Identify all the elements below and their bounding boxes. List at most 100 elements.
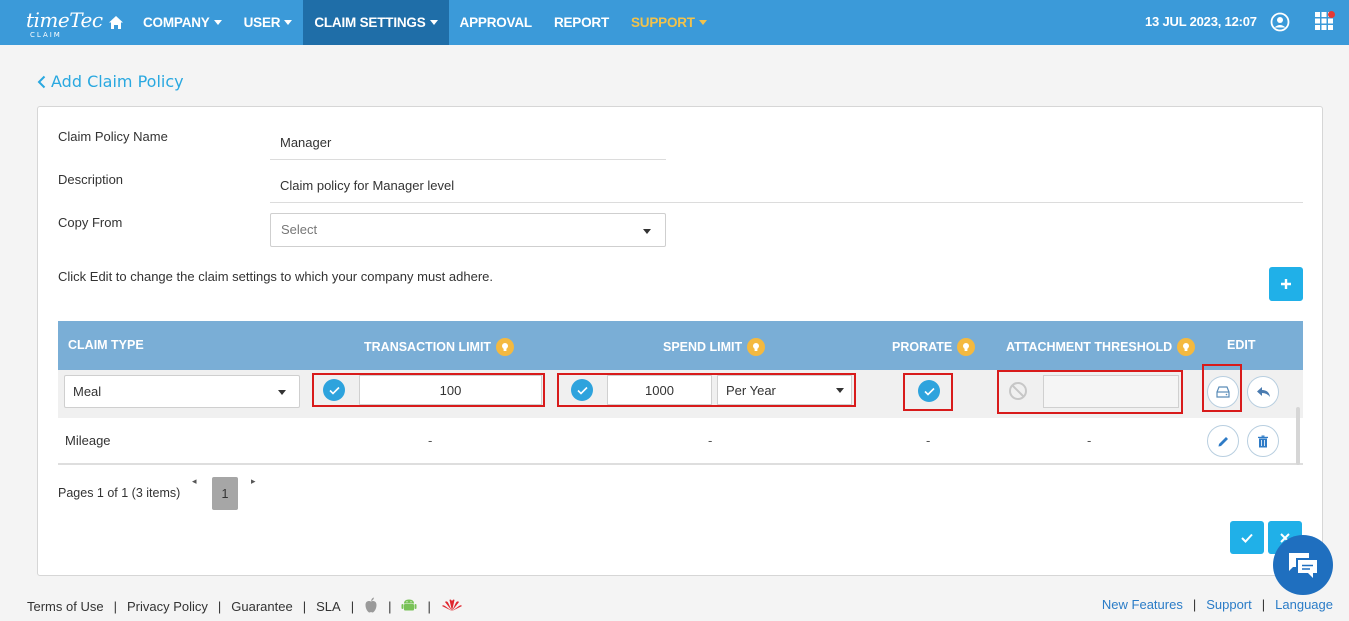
lightbulb-icon[interactable] bbox=[747, 338, 766, 356]
disabled-icon[interactable] bbox=[1008, 381, 1028, 405]
spend-limit-cell: - bbox=[708, 433, 713, 448]
footer-separator: | bbox=[427, 599, 431, 614]
trash-icon bbox=[1258, 435, 1268, 447]
footer-separator: | bbox=[1192, 597, 1197, 612]
prorate-cell: - bbox=[926, 433, 931, 448]
claim-type-select[interactable]: Meal bbox=[64, 375, 300, 408]
footer-separator: | bbox=[217, 599, 222, 614]
prorate-checkbox[interactable] bbox=[918, 380, 940, 402]
page-button-1[interactable]: 1 bbox=[212, 477, 238, 510]
chevron-down-icon bbox=[836, 388, 844, 393]
policy-name-label: Claim Policy Name bbox=[58, 129, 168, 144]
apple-icon[interactable] bbox=[364, 597, 378, 616]
lightbulb-icon[interactable] bbox=[1177, 338, 1196, 356]
android-icon[interactable] bbox=[401, 597, 417, 616]
footer-separator: | bbox=[113, 599, 117, 614]
footer-separator: | bbox=[350, 599, 355, 614]
undo-icon bbox=[1256, 387, 1270, 397]
nav-user[interactable]: USER bbox=[233, 0, 304, 45]
lightbulb-icon[interactable] bbox=[957, 338, 976, 356]
col-attachment-threshold-label: ATTACHMENT THRESHOLD bbox=[1006, 340, 1173, 354]
logo-text: timeTec bbox=[26, 8, 103, 32]
transaction-limit-cell: - bbox=[428, 433, 433, 448]
table-scrollbar[interactable] bbox=[1296, 407, 1300, 465]
nav-company-label: COMPANY bbox=[143, 15, 210, 30]
home-icon[interactable] bbox=[100, 0, 132, 45]
chat-widget-button[interactable] bbox=[1273, 535, 1333, 595]
add-claim-type-button[interactable] bbox=[1269, 267, 1303, 301]
nav-support-label: SUPPORT bbox=[631, 15, 695, 30]
edit-row-button[interactable] bbox=[1207, 425, 1239, 457]
footer-support-link[interactable]: Support bbox=[1206, 597, 1252, 612]
col-edit: EDIT bbox=[1227, 338, 1255, 352]
transaction-limit-checkbox[interactable] bbox=[323, 379, 345, 401]
claim-table-header: CLAIM TYPE TRANSACTION LIMIT SPEND LIMIT… bbox=[58, 321, 1303, 370]
timetec-logo[interactable]: timeTec CLAIM bbox=[0, 0, 103, 45]
check-icon bbox=[923, 387, 935, 396]
footer-separator: | bbox=[302, 599, 307, 614]
pencil-icon bbox=[1218, 436, 1228, 446]
undo-row-button[interactable] bbox=[1247, 376, 1279, 408]
policy-name-input[interactable]: Manager bbox=[280, 135, 331, 150]
spend-limit-input[interactable]: 1000 bbox=[607, 375, 712, 405]
nav-approval[interactable]: APPROVAL bbox=[449, 0, 543, 45]
edit-hint-text: Click Edit to change the claim settings … bbox=[58, 269, 493, 284]
nav-approval-label: APPROVAL bbox=[459, 15, 533, 30]
nav-claim-settings[interactable]: CLAIM SETTINGS bbox=[303, 0, 449, 45]
footer-terms-link[interactable]: Terms of Use bbox=[27, 599, 104, 614]
col-claim-type: CLAIM TYPE bbox=[68, 338, 144, 352]
footer-privacy-link[interactable]: Privacy Policy bbox=[127, 599, 208, 614]
footer-language-link[interactable]: Language bbox=[1275, 597, 1333, 612]
col-prorate: PRORATE bbox=[892, 338, 976, 356]
chevron-down-icon bbox=[643, 229, 651, 234]
pager-summary: Pages 1 of 1 (3 items) bbox=[58, 486, 181, 500]
attachment-threshold-cell: - bbox=[1087, 433, 1092, 448]
footer-right-links: New Features | Support | Language bbox=[1102, 597, 1333, 612]
nav-support[interactable]: SUPPORT bbox=[620, 0, 718, 45]
save-drive-icon bbox=[1216, 386, 1230, 398]
nav-user-label: USER bbox=[243, 15, 281, 30]
check-icon bbox=[328, 386, 340, 395]
footer-links: Terms of Use | Privacy Policy | Guarantee |… bbox=[27, 597, 463, 616]
confirm-button[interactable] bbox=[1230, 521, 1264, 554]
chat-bubble-icon bbox=[1289, 553, 1317, 578]
footer-sla-link[interactable]: SLA bbox=[316, 599, 341, 614]
page-title: Add Claim Policy bbox=[51, 72, 184, 91]
user-profile-icon[interactable] bbox=[1270, 12, 1290, 36]
description-input[interactable]: Claim policy for Manager level bbox=[280, 178, 454, 193]
save-row-button[interactable] bbox=[1207, 376, 1239, 408]
nav-company[interactable]: COMPANY bbox=[132, 0, 233, 45]
next-page-icon[interactable]: ▸ bbox=[251, 477, 256, 487]
col-spend-limit-label: SPEND LIMIT bbox=[663, 340, 743, 354]
footer-separator: | bbox=[388, 599, 392, 614]
policy-name-underline bbox=[270, 159, 666, 160]
spend-period-value: Per Year bbox=[726, 383, 776, 398]
plus-icon bbox=[1281, 279, 1291, 289]
spend-limit-checkbox[interactable] bbox=[571, 379, 593, 401]
footer-guarantee-link[interactable]: Guarantee bbox=[231, 599, 292, 614]
footer-new-features-link[interactable]: New Features bbox=[1102, 597, 1183, 612]
col-claim-type-label: CLAIM TYPE bbox=[68, 338, 144, 352]
nav-report[interactable]: REPORT bbox=[543, 0, 620, 45]
huawei-icon[interactable] bbox=[441, 598, 463, 615]
attachment-threshold-input[interactable] bbox=[1043, 375, 1179, 408]
copy-from-label: Copy From bbox=[58, 215, 123, 230]
lightbulb-icon[interactable] bbox=[496, 338, 515, 356]
chevron-down-icon bbox=[429, 20, 438, 25]
delete-row-button[interactable] bbox=[1247, 425, 1279, 457]
spend-period-select[interactable]: Per Year bbox=[717, 375, 852, 405]
copy-from-select[interactable]: Select bbox=[270, 213, 666, 247]
back-to-claim-policies[interactable]: Add Claim Policy bbox=[37, 72, 184, 91]
col-spend-limit: SPEND LIMIT bbox=[663, 338, 766, 356]
spend-limit-value: 1000 bbox=[645, 383, 674, 398]
nav-report-label: REPORT bbox=[553, 15, 609, 30]
claim-type-value: Meal bbox=[73, 384, 102, 399]
col-attachment-threshold: ATTACHMENT THRESHOLD bbox=[1006, 338, 1196, 356]
transaction-limit-input[interactable]: 100 bbox=[359, 375, 542, 405]
copy-from-placeholder: Select bbox=[281, 222, 318, 237]
footer-separator: | bbox=[1261, 597, 1266, 612]
table-row: Mileage - - - - bbox=[58, 418, 1303, 465]
prev-page-icon[interactable]: ◂ bbox=[192, 477, 197, 487]
nav-claim-settings-label: CLAIM SETTINGS bbox=[314, 15, 426, 30]
check-icon bbox=[1241, 533, 1253, 543]
